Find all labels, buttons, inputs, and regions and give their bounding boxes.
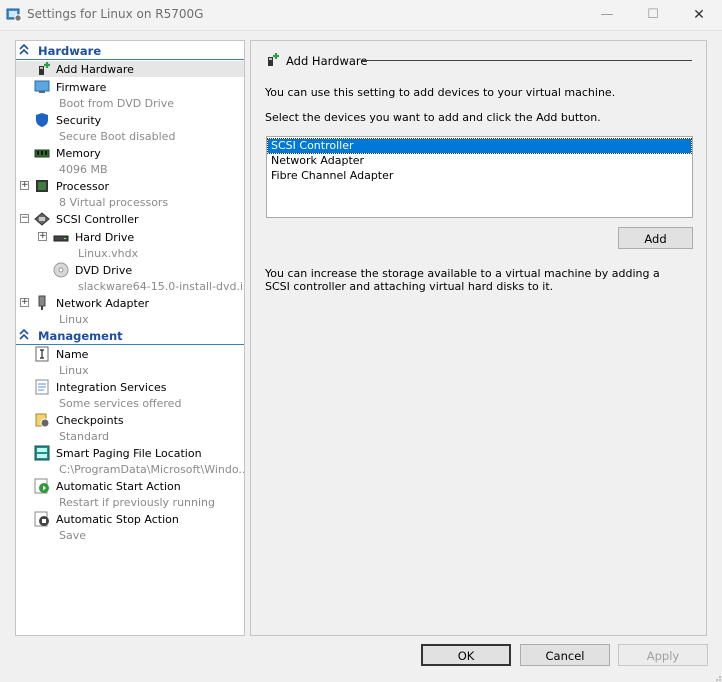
tree-item-detail: Linux: [59, 364, 89, 377]
maximize-button[interactable]: ☐: [630, 0, 676, 30]
tree-item-security[interactable]: Security Secure Boot disabled: [16, 112, 244, 143]
storage-note: You can increase the storage available t…: [265, 267, 660, 293]
tree-item-detail: 4096 MB: [59, 163, 108, 176]
tree-item-add-hardware[interactable]: Add Hardware: [16, 61, 244, 77]
tree-item-network-adapter[interactable]: + Network Adapter Linux: [16, 295, 244, 326]
collapse-chevron-icon[interactable]: [19, 329, 29, 341]
tree-item-processor[interactable]: + Processor 8 Virtual processors: [16, 178, 244, 209]
close-button[interactable]: ✕: [676, 0, 722, 30]
tree-item-label: Checkpoints: [56, 414, 124, 427]
management-heading: Management: [38, 329, 123, 343]
title-divider: [362, 60, 692, 61]
list-item-network-adapter[interactable]: Network Adapter: [268, 154, 691, 168]
tree-item-label: Memory: [56, 147, 101, 160]
dvd-drive-icon: [53, 262, 69, 278]
resize-grip-icon[interactable]: [712, 672, 722, 682]
firmware-icon: [34, 80, 50, 93]
tree-item-dvd-drive[interactable]: DVD Drive slackware64-15.0-install-dvd.i…: [16, 262, 244, 293]
tree-item-label: Smart Paging File Location: [56, 447, 202, 460]
tree-item-checkpoints[interactable]: Checkpoints Standard: [16, 412, 244, 443]
tree-item-detail: slackware64-15.0-install-dvd.iso: [78, 280, 245, 293]
hard-drive-icon: [53, 235, 69, 242]
minimize-button[interactable]: —: [584, 0, 630, 30]
add-hardware-icon: [39, 62, 50, 75]
automatic-stop-icon: [34, 511, 49, 527]
collapse-chevron-icon[interactable]: [19, 44, 29, 56]
tree-item-detail: Restart if previously running: [59, 496, 215, 509]
tree-item-detail: Save: [59, 529, 87, 542]
tree-item-label: Name: [56, 348, 89, 361]
window-title: Settings for Linux on R5700G: [27, 7, 204, 21]
hardware-heading: Hardware: [38, 44, 102, 58]
intro-text: You can use this setting to add devices …: [265, 86, 616, 99]
add-button[interactable]: Add: [618, 227, 693, 249]
tree-item-memory[interactable]: Memory 4096 MB: [16, 145, 244, 176]
tree-item-label: SCSI Controller: [56, 213, 139, 226]
integration-services-icon: [35, 379, 49, 395]
expand-icon[interactable]: +: [20, 181, 29, 190]
collapse-icon[interactable]: −: [20, 214, 29, 223]
panel-title: Add Hardware: [286, 54, 368, 68]
tree-item-label: Integration Services: [56, 381, 167, 394]
settings-app-icon: [6, 8, 22, 22]
tree-item-scsi-controller[interactable]: − SCSI Controller: [16, 211, 244, 227]
tree-item-integration-services[interactable]: Integration Services Some services offer…: [16, 379, 244, 410]
tree-item-detail: Linux.vhdx: [78, 247, 139, 260]
tree-item-detail: Secure Boot disabled: [59, 130, 176, 143]
tree-item-label: Processor: [56, 180, 109, 193]
tree-item-detail: Boot from DVD Drive: [59, 97, 175, 110]
tree-item-detail: 8 Virtual processors: [59, 196, 169, 209]
settings-tree[interactable]: Hardware Add Hardware Firmware Boot from…: [15, 40, 245, 636]
tree-item-hard-drive[interactable]: + Hard Drive Linux.vhdx: [16, 229, 244, 260]
tree-item-detail: C:\ProgramData\Microsoft\Windo...: [59, 463, 245, 476]
tree-item-label: Add Hardware: [56, 63, 134, 76]
tree-item-smart-paging[interactable]: Smart Paging File Location C:\ProgramDat…: [16, 445, 244, 476]
title-bar: Settings for Linux on R5700G — ☐ ✕: [0, 0, 722, 31]
apply-button[interactable]: Apply: [618, 644, 708, 666]
checkpoints-icon: [35, 413, 50, 428]
tree-item-label: Security: [56, 114, 102, 127]
tree-item-label: DVD Drive: [75, 264, 133, 277]
processor-icon: [36, 180, 48, 192]
tree-item-automatic-start[interactable]: Automatic Start Action Restart if previo…: [16, 478, 244, 509]
hardware-section-header[interactable]: Hardware: [16, 43, 244, 60]
tree-item-detail: Some services offered: [59, 397, 182, 410]
ok-button[interactable]: OK: [421, 644, 511, 666]
tree-item-firmware[interactable]: Firmware Boot from DVD Drive: [16, 79, 244, 110]
tree-item-label: Firmware: [56, 81, 107, 94]
tree-item-name[interactable]: Name Linux: [16, 346, 244, 377]
expand-icon[interactable]: +: [20, 298, 29, 307]
instruction-text: Select the devices you want to add and c…: [265, 111, 601, 124]
tree-item-detail: Standard: [59, 430, 110, 443]
management-section-header[interactable]: Management: [16, 328, 244, 345]
add-hardware-icon: [268, 53, 279, 66]
tree-item-label: Automatic Start Action: [56, 480, 181, 493]
tree-item-label: Network Adapter: [56, 297, 150, 310]
scsi-controller-icon: [34, 212, 50, 226]
name-icon: [35, 346, 49, 362]
tree-item-detail: Linux: [59, 313, 89, 326]
list-item-scsi-controller[interactable]: SCSI Controller: [267, 138, 692, 154]
tree-item-label: Hard Drive: [75, 231, 135, 244]
details-panel: [250, 40, 707, 636]
network-adapter-icon: [38, 295, 46, 310]
list-item-fibre-channel-adapter[interactable]: Fibre Channel Adapter: [268, 169, 691, 183]
smart-paging-icon: [34, 445, 50, 461]
cancel-button[interactable]: Cancel: [520, 644, 610, 666]
automatic-start-icon: [34, 478, 49, 494]
memory-icon: [34, 149, 50, 158]
tree-item-label: Automatic Stop Action: [56, 513, 179, 526]
expand-icon[interactable]: +: [38, 232, 47, 241]
tree-item-automatic-stop[interactable]: Automatic Stop Action Save: [16, 511, 244, 542]
shield-icon: [36, 113, 48, 127]
device-listbox[interactable]: SCSI Controller Network Adapter Fibre Ch…: [266, 136, 693, 218]
